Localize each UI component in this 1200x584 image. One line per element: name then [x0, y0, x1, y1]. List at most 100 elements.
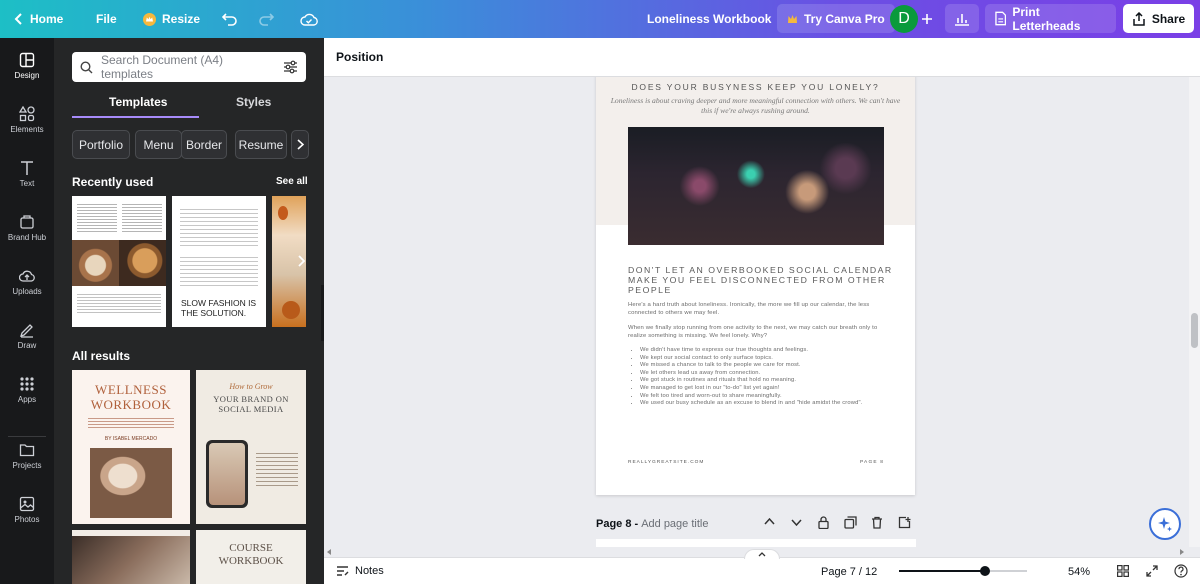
notes-label: Notes: [355, 565, 384, 577]
delete-page-button[interactable]: [871, 516, 883, 529]
recent-template-thumb[interactable]: SLOW FASHION IS THE SOLUTION.: [172, 196, 266, 327]
chip-portfolio[interactable]: Portfolio: [72, 130, 130, 159]
show-pages-toggle[interactable]: [744, 549, 780, 559]
chips-next-button[interactable]: [291, 130, 309, 159]
bottom-bar: Notes Page 7 / 12 54%: [324, 549, 1200, 584]
file-menu[interactable]: File: [96, 0, 117, 38]
page-intro[interactable]: Loneliness is about craving deeper and m…: [606, 96, 905, 116]
help-icon: [1174, 564, 1188, 578]
home-button[interactable]: Home: [14, 0, 63, 38]
template-result-laptop[interactable]: [72, 530, 190, 584]
page-title-input[interactable]: Add page title: [641, 518, 708, 530]
rail-elements[interactable]: Elements: [0, 106, 54, 134]
leaf-graphic: [278, 206, 288, 220]
list-item: We got stuck in routines and rituals tha…: [640, 377, 894, 385]
chip-menu[interactable]: Menu: [135, 130, 182, 159]
rail-brand-hub[interactable]: Brand Hub: [0, 214, 54, 242]
thumb-heading: SLOW FASHION IS THE SOLUTION.: [181, 298, 257, 318]
rail-apps[interactable]: Apps: [0, 376, 54, 404]
next-page-edge[interactable]: [596, 539, 916, 547]
insights-button[interactable]: [945, 4, 979, 33]
redo-button[interactable]: [258, 0, 274, 38]
filter-icon[interactable]: [283, 60, 298, 74]
undo-button[interactable]: [222, 0, 238, 38]
tab-templates[interactable]: Templates: [109, 95, 167, 109]
party-photo[interactable]: [628, 127, 884, 245]
editor-canvas[interactable]: DOES YOUR BUSYNESS KEEP YOU LONELY? Lone…: [324, 77, 1188, 547]
chevron-up-icon: [764, 518, 775, 525]
move-page-down-button[interactable]: [791, 519, 802, 526]
cloud-save-status[interactable]: [300, 0, 318, 38]
move-page-up-button[interactable]: [764, 518, 775, 525]
help-button[interactable]: [1174, 564, 1188, 578]
page-heading-2[interactable]: DON'T LET AN OVERBOOKED SOCIAL CALENDAR …: [628, 265, 898, 295]
rail-draw[interactable]: Draw: [0, 322, 54, 350]
rail-label: Uploads: [12, 287, 42, 296]
lock-page-button[interactable]: [818, 516, 829, 529]
scroll-right-icon: [1180, 549, 1184, 555]
rail-photos[interactable]: Photos: [0, 496, 54, 524]
avatar[interactable]: D: [890, 5, 918, 33]
rail-design[interactable]: Design: [0, 52, 54, 80]
page-bullet-list[interactable]: We didn't have time to express our true …: [640, 347, 894, 408]
fullscreen-button[interactable]: [1146, 565, 1158, 577]
page-paragraph-1[interactable]: Here's a hard truth about loneliness. Ir…: [628, 302, 890, 317]
page-paragraph-2[interactable]: When we finally stop running from one ac…: [628, 325, 894, 340]
apps-icon: [20, 377, 34, 391]
rail-divider: [8, 436, 46, 437]
grid-view-icon: [1117, 565, 1129, 577]
zoom-slider[interactable]: [899, 566, 1027, 576]
template-result-course[interactable]: COURSE WORKBOOK: [196, 530, 306, 584]
recent-next-button[interactable]: [290, 250, 312, 272]
template-result-wellness[interactable]: WELLNESS WORKBOOK BY ISABEL MERCADO: [72, 370, 190, 524]
all-results-heading: All results: [72, 349, 131, 363]
search-icon: [80, 60, 93, 73]
text-lines: [256, 450, 298, 486]
rail-label: Brand Hub: [7, 233, 47, 242]
page-count-button[interactable]: Page 7 / 12: [821, 566, 877, 578]
bar-chart-icon: [955, 13, 969, 26]
plus-icon: [922, 14, 932, 24]
share-button[interactable]: Share: [1123, 4, 1194, 33]
add-collaborator-button[interactable]: [921, 0, 933, 38]
zoom-level[interactable]: 54%: [1068, 566, 1090, 578]
crown-icon: [788, 14, 797, 23]
add-page-button[interactable]: [898, 516, 911, 529]
zoom-slider-knob[interactable]: [980, 566, 990, 576]
rail-text[interactable]: Text: [0, 160, 54, 188]
cloud-check-icon: [300, 13, 318, 26]
see-all-link[interactable]: See all: [276, 176, 308, 187]
resize-button[interactable]: Resize: [143, 0, 200, 38]
page-footer-right[interactable]: PAGE 8: [860, 460, 884, 465]
print-letterheads-button[interactable]: Print Letterheads: [985, 4, 1116, 33]
notes-button[interactable]: Notes: [336, 565, 384, 577]
chevron-right-icon: [297, 255, 305, 267]
duplicate-page-button[interactable]: [844, 516, 857, 529]
try-pro-label: Try Canva Pro: [804, 11, 885, 26]
doc-title-text: Loneliness Workbook: [647, 12, 772, 26]
document-page[interactable]: DOES YOUR BUSYNESS KEEP YOU LONELY? Lone…: [596, 77, 915, 495]
scrollbar-thumb[interactable]: [1191, 313, 1198, 348]
result-title: YOUR BRAND ON SOCIAL MEDIA: [213, 394, 289, 414]
template-result-social-media[interactable]: How to Grow YOUR BRAND ON SOCIAL MEDIA: [196, 370, 306, 524]
tab-styles[interactable]: Styles: [236, 95, 271, 109]
grid-view-button[interactable]: [1117, 565, 1129, 577]
page-footer-left[interactable]: REALLYGREATSITE.COM: [628, 460, 704, 465]
text-icon: [21, 161, 33, 175]
rail-projects[interactable]: Projects: [0, 442, 54, 470]
chevron-left-icon: [14, 13, 22, 25]
search-placeholder: Search Document (A4) templates: [101, 53, 224, 81]
text-lines: [77, 202, 117, 232]
rail-uploads[interactable]: Uploads: [0, 268, 54, 296]
chip-border[interactable]: Border: [181, 130, 227, 159]
recent-template-thumb[interactable]: [72, 196, 166, 327]
magic-assistant-button[interactable]: [1149, 508, 1181, 540]
design-icon: [19, 52, 35, 68]
position-button[interactable]: Position: [336, 50, 383, 64]
template-search-input[interactable]: Search Document (A4) templates: [72, 52, 306, 82]
try-pro-button[interactable]: Try Canva Pro: [777, 4, 895, 33]
page-heading-1[interactable]: DOES YOUR BUSYNESS KEEP YOU LONELY?: [596, 82, 915, 92]
chip-resume[interactable]: Resume: [235, 130, 287, 159]
document-title[interactable]: Loneliness Workbook: [647, 0, 771, 38]
vertical-scrollbar[interactable]: [1189, 77, 1200, 547]
